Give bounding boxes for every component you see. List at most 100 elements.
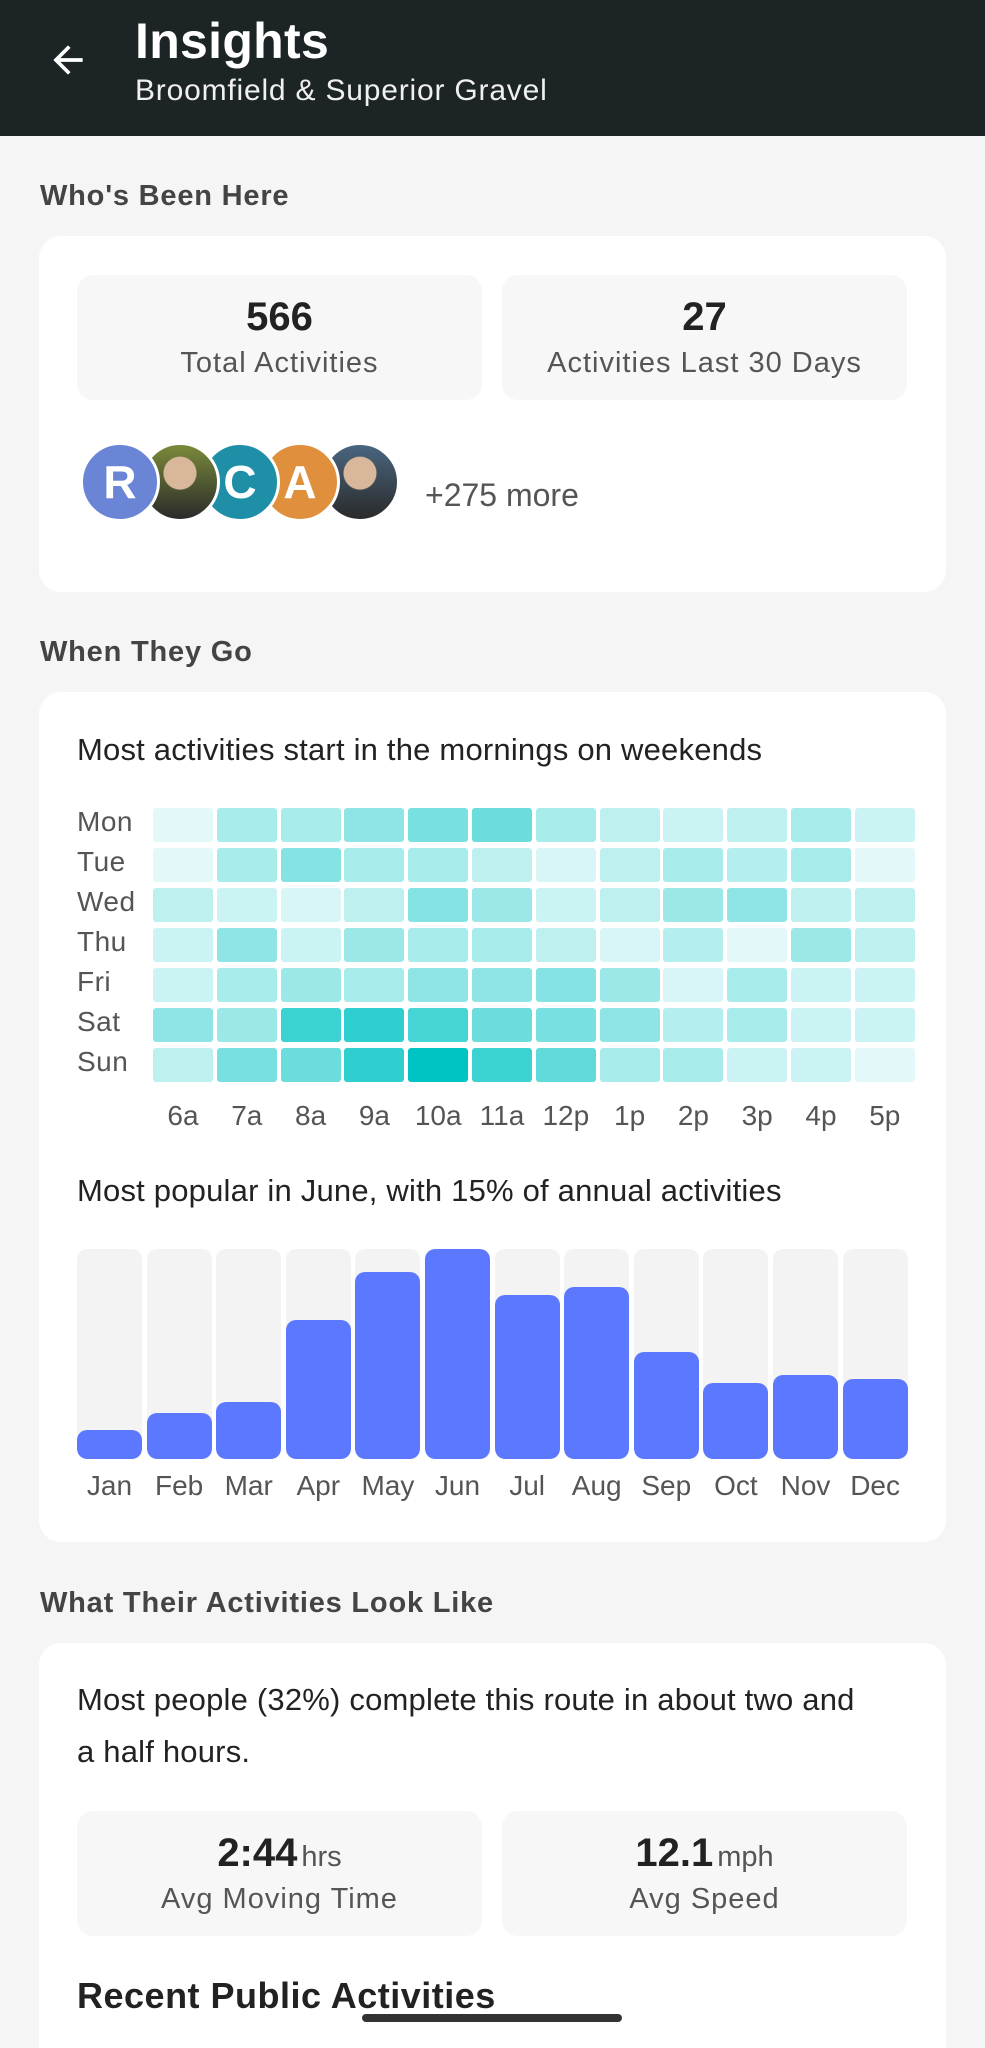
bar-aug	[564, 1286, 630, 1459]
bar-feb	[146, 1412, 212, 1459]
heatmap-cell	[535, 808, 596, 842]
heatmap-cell	[280, 848, 341, 882]
bar-track	[703, 1249, 769, 1459]
heatmap-cell	[535, 968, 596, 1002]
home-indicator[interactable]	[362, 2014, 622, 2022]
avg-moving-time-unit: hrs	[301, 1841, 342, 1873]
bar-track	[77, 1249, 142, 1459]
avg-speed-value: 12.1	[635, 1831, 714, 1875]
bar-track	[773, 1249, 838, 1459]
heatmap-cell	[216, 1048, 277, 1082]
activities-description-line1: Most people (32%) complete this route in…	[77, 1682, 855, 1717]
heatmap-cell	[472, 808, 532, 842]
bar-track	[216, 1249, 282, 1459]
bar-track	[285, 1249, 351, 1459]
heatmap-cell	[854, 848, 915, 882]
heatmap-cell	[153, 888, 213, 922]
heatmap-cell	[408, 808, 469, 842]
heatmap-cell	[408, 848, 469, 882]
heatmap-cell	[854, 968, 915, 1002]
heatmap-cell	[408, 1008, 469, 1042]
avg-speed-stat: 12.1 mph Avg Speed	[502, 1811, 907, 1936]
heatmap-caption: Most activities start in the mornings on…	[77, 732, 763, 767]
heatmap-cell	[791, 808, 851, 842]
avg-speed-unit: mph	[717, 1841, 774, 1873]
heatmap-cell	[854, 888, 915, 922]
heatmap-cell	[791, 888, 851, 922]
bar-nov	[773, 1375, 838, 1459]
heatmap-cell	[153, 848, 213, 882]
heatmap-cell	[472, 888, 532, 922]
day-label: Sun	[77, 1046, 129, 1077]
total-activities-stat: 566 Total Activities	[77, 275, 482, 400]
bar-track	[564, 1249, 630, 1459]
recent-activities-value: 27	[682, 295, 727, 339]
heatmap-cell	[344, 968, 405, 1002]
month-label: Sep	[641, 1470, 692, 1501]
bar-jan	[77, 1429, 142, 1459]
heatmap-cell	[599, 848, 660, 882]
section-label-activities: What Their Activities Look Like	[40, 1587, 494, 1619]
heatmap-cell	[663, 1048, 724, 1082]
heatmap-cell	[791, 928, 851, 962]
heatmap-cell	[535, 1008, 596, 1042]
heatmap-cell	[280, 1008, 341, 1042]
month-label: Nov	[780, 1470, 831, 1501]
hour-label: 10a	[414, 1100, 462, 1131]
bar-oct	[703, 1383, 769, 1459]
heatmap-cell	[727, 848, 788, 882]
bar-jun	[425, 1249, 490, 1459]
avg-moving-time-label: Avg Moving Time	[161, 1883, 398, 1915]
bar-chart-caption: Most popular in June, with 15% of annual…	[77, 1173, 782, 1208]
heatmap-cell	[854, 928, 915, 962]
heatmap-cell	[727, 808, 788, 842]
heatmap-cell	[727, 928, 788, 962]
month-label: Feb	[154, 1470, 204, 1501]
heatmap-cell	[153, 928, 213, 962]
heatmap-cell	[408, 888, 469, 922]
bar-track	[355, 1249, 421, 1459]
hour-label: 5p	[869, 1100, 901, 1131]
heatmap-cell	[791, 848, 851, 882]
recent-public-activities-title: Recent Public Activities	[77, 1975, 496, 2016]
heatmap-cell	[216, 928, 277, 962]
activities-description-line2: a half hours.	[77, 1734, 251, 1769]
recent-activities-label: Activities Last 30 Days	[547, 347, 862, 379]
back-button[interactable]	[38, 30, 98, 90]
avatar-letter[interactable]: R	[80, 442, 160, 522]
heatmap-cell	[216, 848, 277, 882]
heatmap-cell	[472, 928, 532, 962]
bar-track	[146, 1249, 212, 1459]
heatmap-cell	[599, 968, 660, 1002]
heatmap-cell	[472, 1008, 532, 1042]
bar-track	[842, 1249, 908, 1459]
hour-label: 12p	[542, 1100, 590, 1131]
more-athletes-link[interactable]: +275 more	[425, 477, 579, 514]
avg-speed-label: Avg Speed	[629, 1883, 780, 1915]
heatmap-cell	[854, 1048, 915, 1082]
app-header: Insights Broomfield & Superior Gravel	[0, 0, 985, 136]
bar-sep	[633, 1351, 699, 1459]
heatmap-cell	[344, 808, 405, 842]
heatmap-cell	[472, 848, 532, 882]
heatmap-cell	[344, 1048, 405, 1082]
hour-label: 8a	[295, 1100, 327, 1131]
section-label-whos-been-here: Who's Been Here	[40, 180, 290, 212]
heatmap-cell	[663, 808, 724, 842]
hour-label: 1p	[614, 1100, 646, 1131]
month-label: Jul	[509, 1470, 545, 1501]
day-label: Sat	[77, 1006, 121, 1037]
total-activities-value: 566	[246, 295, 313, 339]
heatmap-cell	[663, 1008, 724, 1042]
day-label: Mon	[77, 806, 133, 837]
heatmap-cell	[153, 808, 213, 842]
bar-track	[425, 1249, 490, 1459]
section-label-when-they-go: When They Go	[40, 636, 253, 668]
page-title: Insights	[135, 13, 330, 69]
heatmap-cell	[599, 1008, 660, 1042]
heatmap-cell	[280, 928, 341, 962]
heatmap-cell	[535, 1048, 596, 1082]
hour-label: 9a	[358, 1100, 390, 1131]
heatmap-cell	[599, 928, 660, 962]
heatmap-cell	[408, 968, 469, 1002]
